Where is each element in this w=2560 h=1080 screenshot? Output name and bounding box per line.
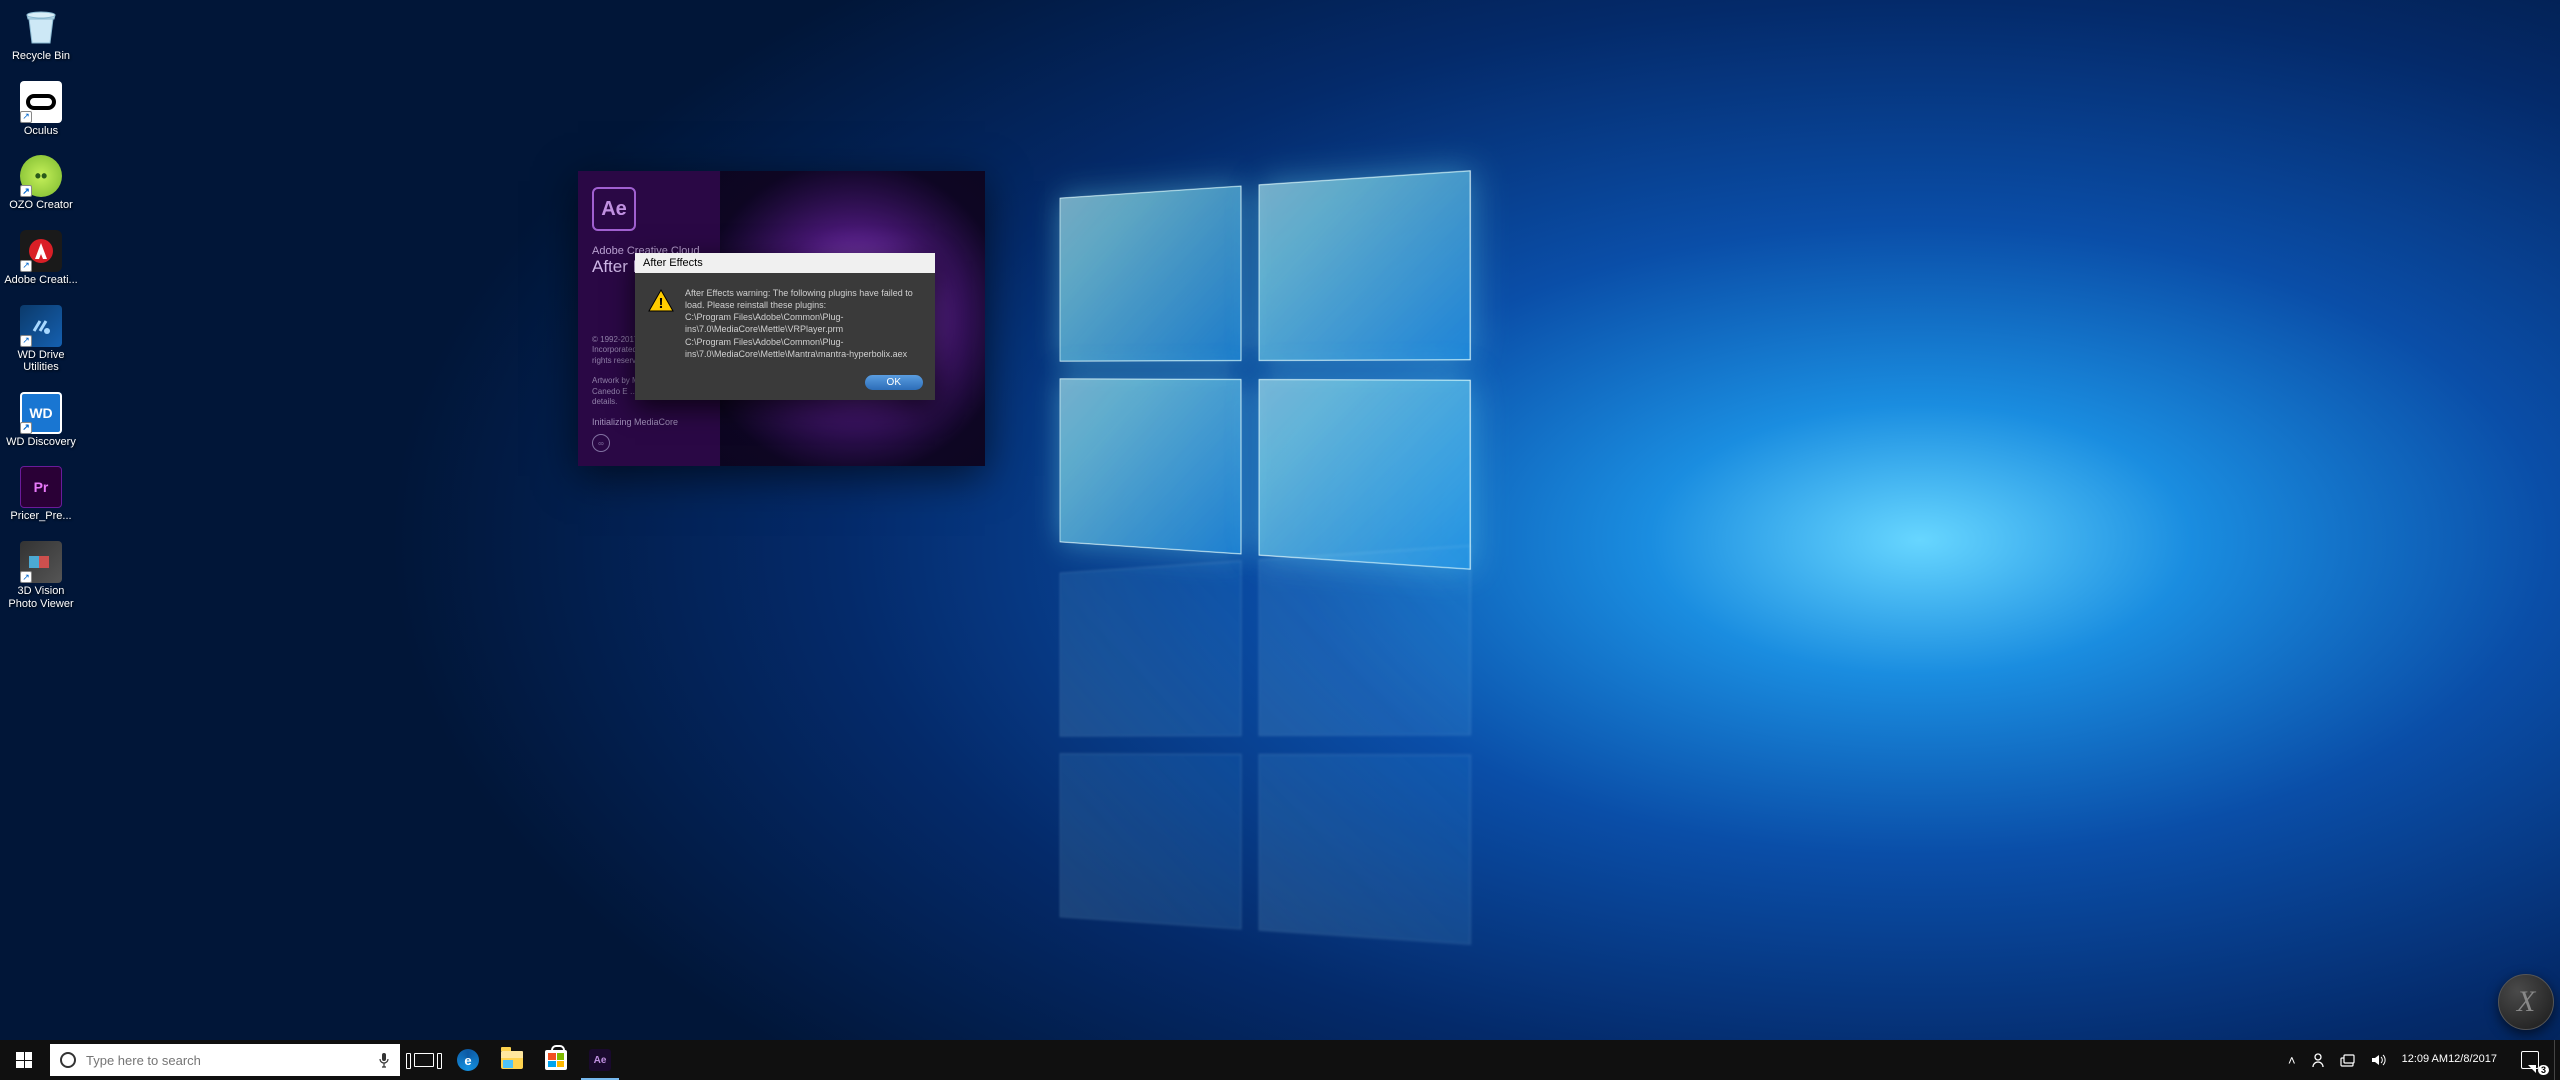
desktop-icon-oculus[interactable]: ↗ Oculus [4,81,78,138]
desktop-icon-label: WD Drive Utilities [4,349,78,374]
shortcut-arrow-icon: ↗ [20,260,32,272]
desktop-icon-label: WD Discovery [6,436,76,449]
svg-text:!: ! [659,295,664,312]
desktop-icon-wd-utilities[interactable]: ↗ WD Drive Utilities [4,305,78,374]
floating-app-button[interactable]: X [2498,974,2554,1030]
creative-cloud-icon: ∞ [592,434,610,452]
task-view-button[interactable] [402,1040,446,1080]
premiere-project-icon: Pr [20,466,62,508]
task-view-icon [414,1053,434,1067]
taskbar-app-file-explorer[interactable] [490,1040,534,1080]
oculus-icon: ↗ [20,81,62,123]
dialog-path-2: C:\Program Files\Adobe\Common\Plug-ins\7… [685,337,907,359]
windows-logo-icon [16,1052,32,1068]
desktop-icon-ozo-creator[interactable]: •• ↗ OZO Creator [4,155,78,212]
taskbar-search[interactable] [50,1044,400,1076]
tray-volume-icon[interactable] [2363,1040,2393,1080]
ms-store-icon [545,1050,567,1070]
start-button[interactable] [0,1040,48,1080]
shortcut-arrow-icon: ↗ [20,422,32,434]
search-input[interactable] [86,1053,368,1068]
edge-icon: e [457,1049,479,1071]
desktop-icon-label: Adobe Creati... [4,274,77,287]
desktop-icon-recycle-bin[interactable]: Recycle Bin [4,6,78,63]
wallpaper-windows-logo-reflection [1060,545,1471,944]
action-center-button[interactable]: 3 [2506,1040,2554,1080]
ae-warning-dialog: After Effects ! After Effects warning: T… [635,253,935,400]
shortcut-arrow-icon: ↗ [20,571,32,583]
shortcut-arrow-icon: ↗ [20,335,32,347]
warning-icon: ! [647,287,675,315]
desktop-icon-label: OZO Creator [9,199,73,212]
dialog-message-intro: After Effects warning: The following plu… [685,288,913,310]
shortcut-arrow-icon: ↗ [20,111,32,123]
wd-utilities-icon: ↗ [20,305,62,347]
taskbar: e Ae ˄ 12:09 AM 12/8/2017 [0,1040,2560,1080]
taskbar-app-after-effects[interactable]: Ae [578,1040,622,1080]
tray-network-icon[interactable] [2333,1040,2363,1080]
cortana-icon [60,1052,76,1068]
desktop-icons: Recycle Bin ↗ Oculus •• ↗ OZO Creator ↗ … [4,6,78,610]
tray-time: 12:09 AM [2402,1053,2448,1066]
notification-icon [2521,1051,2539,1069]
tray-date: 12/8/2017 [2448,1053,2497,1066]
tray-clock[interactable]: 12:09 AM 12/8/2017 [2393,1040,2506,1080]
microphone-icon[interactable] [378,1052,390,1068]
tray-people-icon[interactable] [2303,1040,2333,1080]
wallpaper-windows-logo [1060,170,1471,569]
taskbar-app-edge[interactable]: e [446,1040,490,1080]
system-tray: ˄ 12:09 AM 12/8/2017 3 [2281,1040,2560,1080]
dialog-message: After Effects warning: The following plu… [685,287,923,360]
desktop-icon-wd-discovery[interactable]: WD ↗ WD Discovery [4,392,78,449]
shortcut-arrow-icon: ↗ [20,185,32,197]
dialog-path-1: C:\Program Files\Adobe\Common\Plug-ins\7… [685,312,844,334]
tray-overflow-button[interactable]: ˄ [2281,1040,2303,1080]
desktop-icon-label: Pricer_Pre... [10,510,71,523]
desktop-icon-3d-vision[interactable]: ↗ 3D Vision Photo Viewer [4,541,78,610]
notification-badge: 3 [2538,1065,2549,1075]
desktop-icon-adobe-cc[interactable]: ↗ Adobe Creati... [4,230,78,287]
desktop[interactable]: Recycle Bin ↗ Oculus •• ↗ OZO Creator ↗ … [0,0,2560,1080]
ok-button[interactable]: OK [865,375,923,390]
3d-vision-icon: ↗ [20,541,62,583]
desktop-icon-label: 3D Vision Photo Viewer [4,585,78,610]
dialog-title-bar[interactable]: After Effects [635,253,935,273]
wd-discovery-icon: WD ↗ [20,392,62,434]
show-desktop-button[interactable] [2554,1040,2560,1080]
file-explorer-icon [501,1051,523,1069]
desktop-icon-label: Recycle Bin [12,50,70,63]
ae-logo-icon: Ae [592,187,636,231]
after-effects-icon: Ae [589,1049,611,1071]
adobe-cc-icon: ↗ [20,230,62,272]
desktop-icon-pricer-pre[interactable]: Pr Pricer_Pre... [4,466,78,523]
recycle-bin-icon [20,6,62,48]
splash-status-text: Initializing MediaCore [592,417,971,427]
desktop-icon-label: Oculus [24,125,58,138]
taskbar-app-store[interactable] [534,1040,578,1080]
ozo-icon: •• ↗ [20,155,62,197]
